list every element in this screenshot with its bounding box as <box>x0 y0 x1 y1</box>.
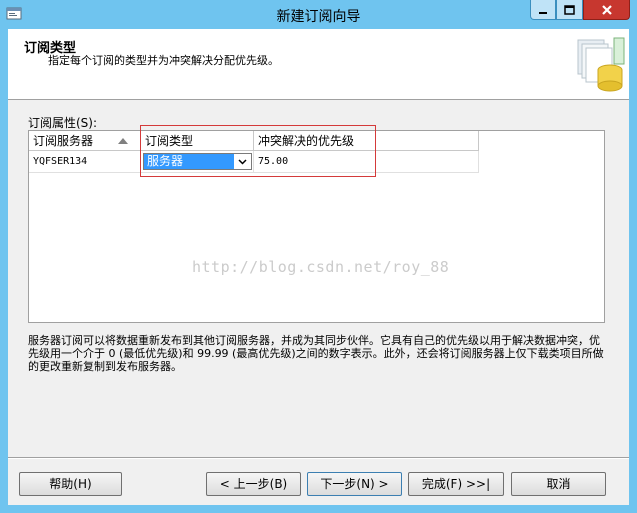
minimize-icon <box>539 11 547 14</box>
type-description: 服务器订阅可以将数据重新发布到其他订阅服务器，并成为其同步伙伴。它具有自己的优先… <box>28 334 604 373</box>
database-wizard-icon <box>577 37 625 92</box>
cancel-button[interactable]: 取消 <box>511 472 606 496</box>
close-icon <box>601 4 612 15</box>
help-button[interactable]: 帮助(H) <box>19 472 122 496</box>
column-header-subscriber[interactable]: 订阅服务器 <box>29 131 141 151</box>
previous-button[interactable]: < 上一步(B) <box>206 472 301 496</box>
subscription-properties-label: 订阅属性(S): <box>28 116 98 130</box>
sort-ascending-icon <box>118 138 128 144</box>
page-description: 指定每个订阅的类型并为冲突解决分配优先级。 <box>48 54 279 67</box>
title-bar: 新建订阅向导 <box>0 0 637 29</box>
minimize-button[interactable] <box>530 0 556 20</box>
column-header-label: 订阅服务器 <box>33 134 94 148</box>
next-button[interactable]: 下一步(N) > <box>307 472 402 496</box>
finish-button[interactable]: 完成(F) >>| <box>408 472 504 496</box>
maximize-button[interactable] <box>556 0 583 20</box>
close-button[interactable] <box>583 0 630 20</box>
wizard-body: 订阅类型 指定每个订阅的类型并为冲突解决分配优先级。 订阅属性(S): 订阅服务… <box>8 29 629 505</box>
wizard-header: 订阅类型 指定每个订阅的类型并为冲突解决分配优先级。 <box>8 29 629 100</box>
highlight-annotation <box>140 125 376 177</box>
cell-subscriber: YQFSER134 <box>29 151 141 173</box>
footer-divider <box>8 457 629 459</box>
maximize-icon <box>564 4 575 15</box>
watermark-text: http://blog.csdn.net/roy_88 <box>192 258 450 276</box>
